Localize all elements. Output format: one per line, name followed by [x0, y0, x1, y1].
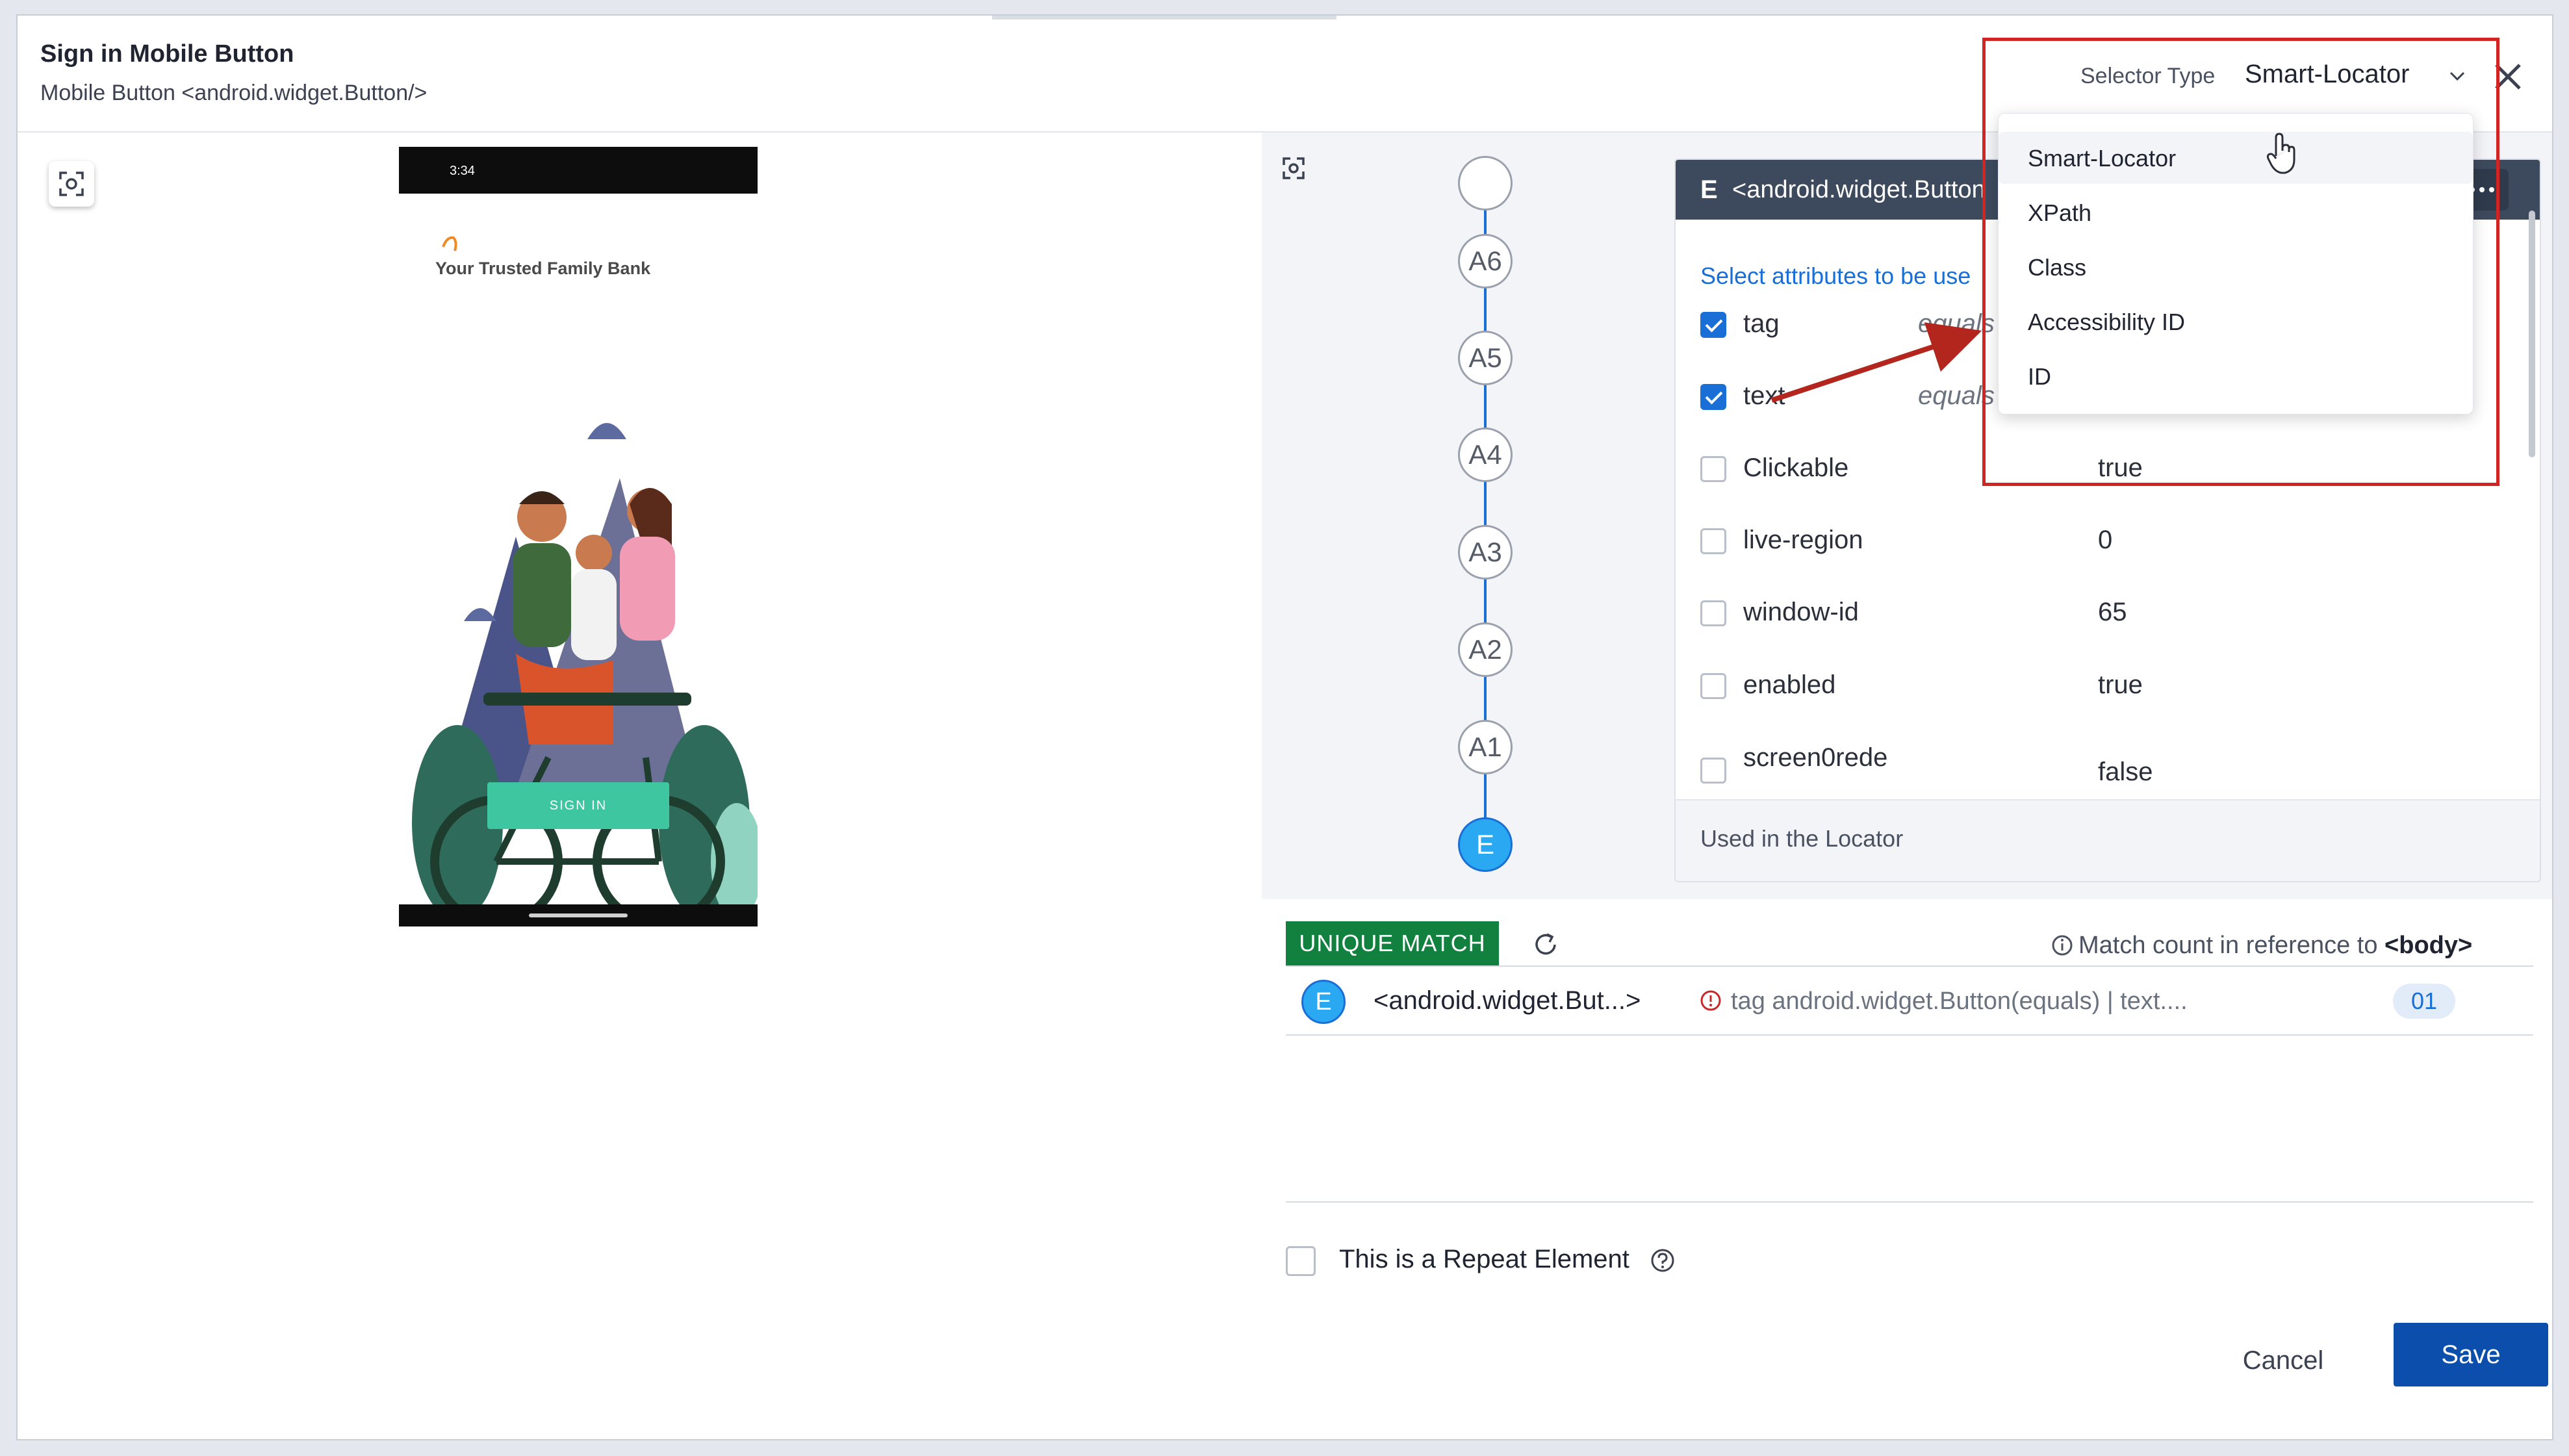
unique-match-badge: UNIQUE MATCH: [1286, 921, 1499, 965]
device-screenshot: 3:34 Your Trusted Family Bank SIGN IN: [399, 147, 758, 926]
bank-tagline: Your Trusted Family Bank: [435, 259, 651, 278]
used-in-locator-label: Used in the Locator: [1700, 825, 1904, 852]
attribute-name: tag: [1743, 309, 1780, 338]
info-icon: [2052, 935, 2073, 956]
attribute-value: 65: [2098, 598, 2127, 626]
attribute-value: true: [2098, 671, 2143, 699]
hierarchy-node-e[interactable]: E: [1458, 817, 1513, 872]
section-divider: [1286, 1201, 2533, 1203]
dialog-subtitle: Mobile Button <android.widget.Button/>: [40, 81, 428, 105]
warning-icon: [1700, 990, 1721, 1011]
element-badge: E: [1700, 175, 1718, 204]
focus-icon: [59, 172, 84, 196]
match-element-tag: <android.widget.But...>: [1374, 986, 1641, 1015]
attribute-row-live-region: live-region 0: [1700, 520, 2519, 559]
device-preview-panel: 3:34 Your Trusted Family Bank SIGN IN: [18, 133, 1262, 1439]
help-icon[interactable]: [1650, 1247, 1676, 1273]
sign-in-button-preview[interactable]: SIGN IN: [487, 782, 669, 829]
selector-highlight-box: [1982, 38, 2499, 486]
attribute-checkbox-window-id[interactable]: [1700, 600, 1726, 626]
match-count-badge: 01: [2393, 984, 2455, 1019]
phone-nav-bar: [399, 904, 758, 926]
match-count-text: Match count in reference to: [2078, 932, 2378, 959]
focus-icon[interactable]: [1276, 151, 1311, 186]
match-locator-description: tag android.widget.Button(equals) | text…: [1731, 988, 2188, 1015]
attribute-value: 0: [2098, 526, 2113, 554]
attribute-name: screen0rede: [1743, 743, 1888, 772]
save-button[interactable]: Save: [2394, 1323, 2548, 1386]
attributes-hint: Select attributes to be use: [1700, 262, 1971, 289]
attribute-name: Clickable: [1743, 453, 1849, 482]
attribute-row-enabled: enabled true: [1700, 665, 2519, 704]
hierarchy-node-a2[interactable]: A2: [1458, 622, 1513, 677]
hierarchy-node-a5[interactable]: A5: [1458, 331, 1513, 385]
dialog-title: Sign in Mobile Button: [40, 40, 294, 68]
repeat-element-label: This is a Repeat Element: [1339, 1245, 1630, 1273]
phone-status-bar: 3:34: [399, 147, 758, 194]
attribute-name: live-region: [1743, 526, 1863, 554]
attributes-card-footer: Used in the Locator: [1676, 799, 2540, 881]
home-indicator: [529, 913, 628, 917]
attribute-checkbox-tag[interactable]: [1700, 312, 1726, 338]
family-bike-illustration: [412, 423, 758, 904]
attribute-checkbox-live-region[interactable]: [1700, 528, 1726, 554]
hierarchy-node-a6[interactable]: A6: [1458, 234, 1513, 288]
bank-logo-icon: [442, 236, 457, 251]
attribute-value: false: [2098, 758, 2153, 786]
element-tag-title: <android.widget.Button: [1732, 176, 1986, 203]
attribute-name: text: [1743, 381, 1785, 410]
match-count-info: Match count in reference to <body>: [2051, 932, 2472, 960]
match-reference: <body>: [2384, 932, 2473, 959]
attribute-name: enabled: [1743, 671, 1836, 699]
hierarchy-node-a4[interactable]: A4: [1458, 428, 1513, 482]
status-time: 3:34: [450, 164, 475, 178]
element-dialog: Sign in Mobile Button Mobile Button <and…: [16, 14, 2553, 1440]
screenshot-capture-button[interactable]: [49, 161, 94, 207]
hierarchy-node-a3[interactable]: A3: [1458, 525, 1513, 580]
match-element-badge: E: [1301, 980, 1346, 1024]
attribute-row-screenreader: screen0rede false: [1700, 738, 2519, 786]
repeat-element-checkbox[interactable]: [1286, 1246, 1316, 1276]
attribute-checkbox-enabled[interactable]: [1700, 673, 1726, 699]
attribute-checkbox-clickable[interactable]: [1700, 456, 1726, 482]
attribute-checkbox-text[interactable]: [1700, 384, 1726, 410]
refresh-icon[interactable]: [1531, 930, 1560, 959]
attribute-checkbox-screenreader[interactable]: [1700, 758, 1726, 784]
attributes-scrollbar[interactable]: [2529, 211, 2535, 457]
attribute-row-window-id: window-id 65: [1700, 593, 2519, 632]
hierarchy-node-partial[interactable]: [1458, 156, 1513, 211]
match-result-row[interactable]: E <android.widget.But...> tag android.wi…: [1286, 967, 2533, 1036]
attribute-name: window-id: [1743, 598, 1859, 626]
hierarchy-node-a1[interactable]: A1: [1458, 720, 1513, 774]
cancel-button[interactable]: Cancel: [2233, 1336, 2333, 1385]
